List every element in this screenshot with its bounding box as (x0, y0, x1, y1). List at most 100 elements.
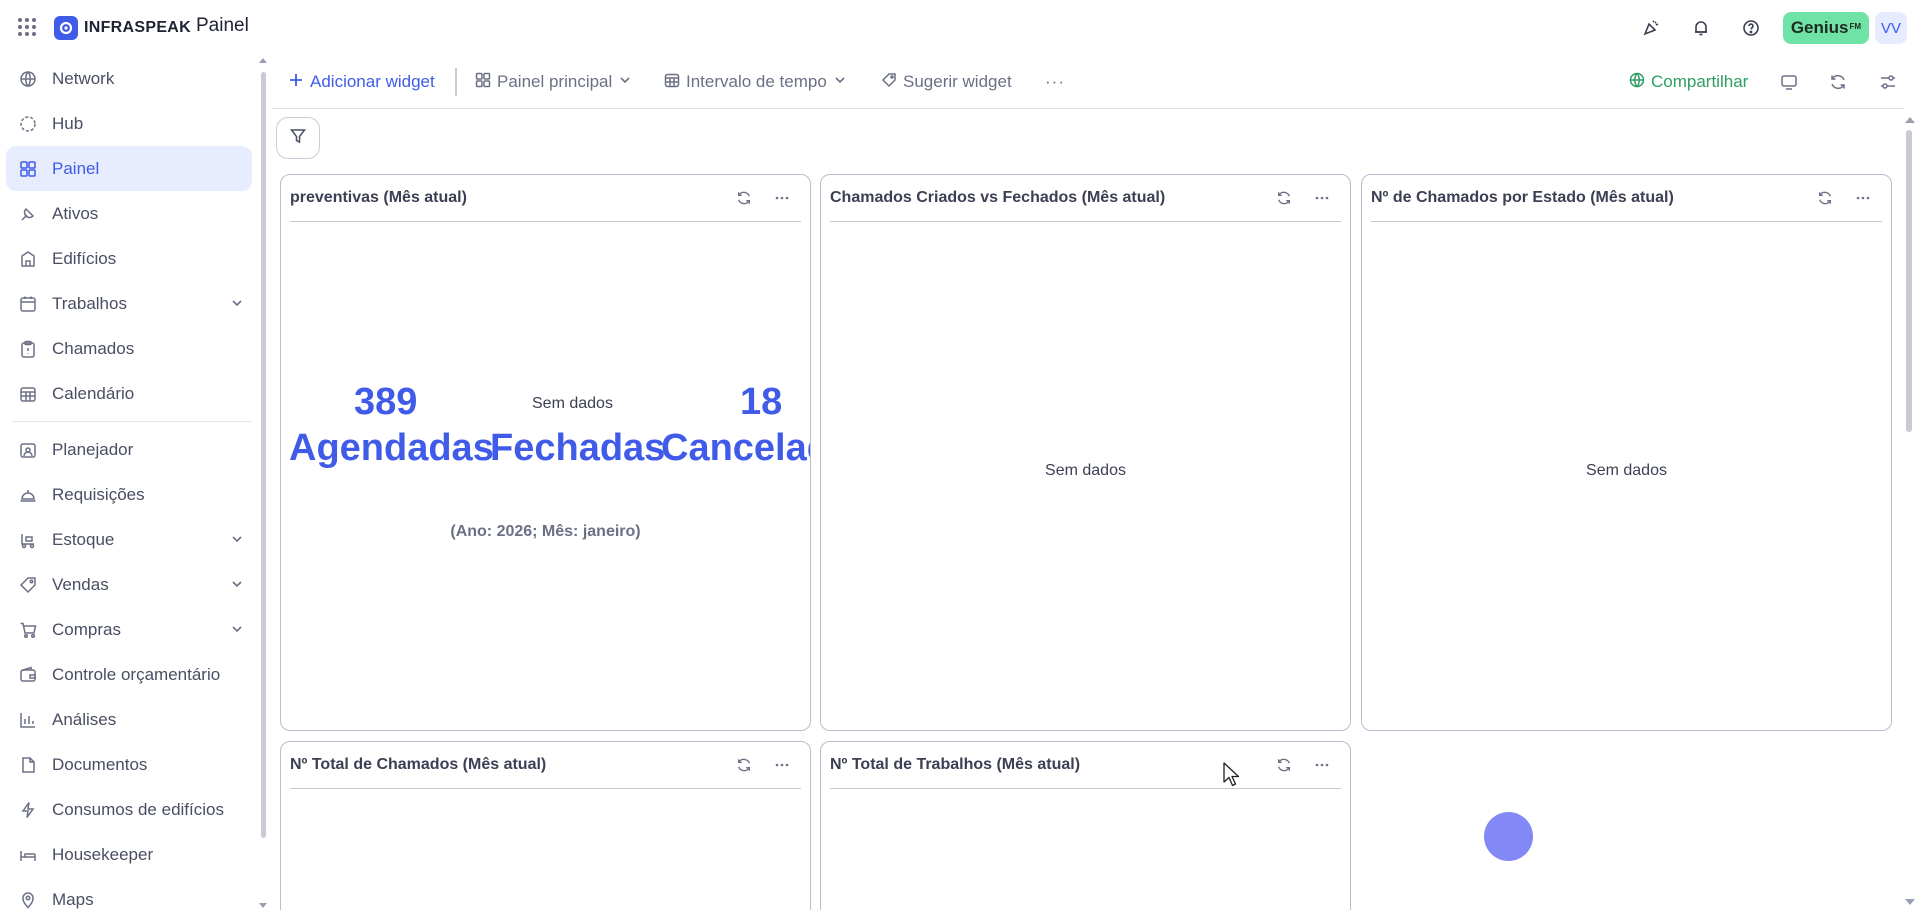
sidebar-item-trabalhos[interactable]: Trabalhos (6, 281, 252, 326)
kpi-cancelled-value: 18 (740, 381, 783, 423)
sidebar-item-calendario[interactable]: Calendário (6, 371, 252, 416)
sidebar-item-chamados[interactable]: Chamados (6, 326, 252, 371)
sidebar-item-consumos-de-edificios[interactable]: Consumos de edifícios (6, 787, 252, 832)
main-panel-label: Painel principal (497, 72, 613, 91)
sidebar-scrollbar[interactable] (261, 72, 266, 838)
widget-total-jobs: Nº Total de Trabalhos (Mês atual) (820, 741, 1351, 910)
kpi-cancelled-label: Cancelad (661, 427, 810, 469)
add-widget-button[interactable]: Adicionar widget (288, 62, 435, 102)
kpi-scheduled-value: 389 (354, 381, 418, 423)
main-scroll-down[interactable] (1905, 899, 1915, 905)
suggest-icon (881, 72, 897, 93)
tag-icon (18, 575, 38, 595)
chevron-down-icon (230, 531, 244, 551)
sidebar-item-label: Planejador (52, 439, 134, 459)
share-label: Compartilhar (1651, 72, 1749, 91)
more-options-button[interactable]: ··· (1045, 62, 1065, 102)
widget-header: Nº de Chamados por Estado (Mês atual) (1371, 175, 1882, 222)
sidebar-item-planejador[interactable]: Planejador (6, 427, 252, 472)
sidebar-divider (12, 421, 252, 422)
sidebar-item-label: Análises (52, 709, 117, 729)
sidebar-item-label: Trabalhos (52, 293, 127, 313)
sidebar-item-painel[interactable]: Painel (6, 146, 252, 191)
add-widget-label: Adicionar widget (310, 72, 435, 91)
filter-button[interactable] (276, 117, 320, 159)
widget-header: Chamados Criados vs Fechados (Mês atual) (830, 175, 1341, 222)
more-horizontal-icon[interactable] (771, 754, 793, 776)
sidebar-item-hub[interactable]: Hub (6, 101, 252, 146)
sidebar-item-requisicoes[interactable]: Requisições (6, 472, 252, 517)
widget-calls-by-state: Nº de Chamados por Estado (Mês atual) Se… (1361, 174, 1892, 731)
top-bar: INFRASPEAK Painel Genius FM VV (0, 0, 1919, 56)
refresh-icon[interactable] (1814, 187, 1836, 209)
more-horizontal-icon[interactable] (1311, 187, 1333, 209)
bed-icon (18, 845, 38, 865)
sidebar-scroll-down[interactable] (259, 903, 267, 908)
dashboard-icon (475, 72, 491, 93)
planner-icon (18, 440, 38, 460)
suggest-widget-button[interactable]: Sugerir widget (881, 62, 1012, 102)
dashboard-toolbar: Adicionar widget Painel principal Interv… (280, 62, 1919, 102)
chevron-down-icon (230, 621, 244, 641)
main-scrollbar[interactable] (1906, 130, 1912, 432)
sidebar-item-documentos[interactable]: Documentos (6, 742, 252, 787)
dashboard-icon (18, 159, 38, 179)
sidebar-item-label: Vendas (52, 574, 109, 594)
kpi-closed-empty: Sem dados (532, 395, 613, 412)
kpi-scheduled-label: Agendadas (289, 427, 494, 469)
refresh-icon[interactable] (733, 187, 755, 209)
refresh-icon[interactable] (1273, 754, 1295, 776)
genius-fm-button[interactable]: Genius FM (1782, 12, 1869, 44)
more-horizontal-icon[interactable] (1852, 187, 1874, 209)
sidebar-item-label: Maps (52, 889, 94, 909)
widget-title: preventivas (Mês atual) (290, 189, 467, 206)
sidebar-item-vendas[interactable]: Vendas (6, 562, 252, 607)
celebration-icon[interactable] (1633, 10, 1669, 46)
more-horizontal-icon[interactable] (1311, 754, 1333, 776)
empty-state-text: Sem dados (1586, 462, 1667, 479)
brand-logo[interactable]: INFRASPEAK (54, 16, 191, 40)
map-pin-icon (18, 890, 38, 910)
refresh-icon[interactable] (1829, 62, 1847, 102)
widget-header: Nº Total de Trabalhos (Mês atual) (830, 742, 1341, 789)
sidebar-item-network[interactable]: Network (6, 56, 252, 101)
time-range-dropdown[interactable]: Intervalo de tempo (664, 62, 847, 102)
genius-label: Genius (1790, 18, 1849, 37)
mouse-cursor-icon (1223, 762, 1241, 793)
sidebar-item-analises[interactable]: Análises (6, 697, 252, 742)
sidebar-item-label: Painel (52, 158, 100, 178)
sidebar-scroll-up[interactable] (259, 58, 267, 63)
help-icon[interactable] (1733, 10, 1769, 46)
sidebar: Network Hub Painel Ativos Edifícios Trab… (0, 56, 262, 910)
tv-mode-icon[interactable] (1780, 62, 1798, 102)
sidebar-item-label: Network (52, 68, 115, 88)
chevron-down-icon (230, 576, 244, 596)
loading-indicator (1484, 812, 1533, 861)
sidebar-item-ativos[interactable]: Ativos (6, 191, 252, 236)
sidebar-item-label: Housekeeper (52, 844, 154, 864)
document-icon (18, 755, 38, 775)
main-panel-dropdown[interactable]: Painel principal (475, 62, 632, 102)
user-avatar[interactable]: VV (1875, 12, 1907, 44)
sidebar-item-maps[interactable]: Maps (6, 877, 252, 910)
refresh-icon[interactable] (1273, 187, 1295, 209)
sidebar-item-compras[interactable]: Compras (6, 607, 252, 652)
widget-title: Nº Total de Trabalhos (Mês atual) (830, 756, 1081, 773)
refresh-icon[interactable] (733, 754, 755, 776)
sidebar-item-controle-orcamentario[interactable]: Controle orçamentário (6, 652, 252, 697)
sidebar-item-label: Consumos de edifícios (52, 799, 224, 819)
more-horizontal-icon[interactable] (771, 187, 793, 209)
sidebar-item-housekeeper[interactable]: Housekeeper (6, 832, 252, 877)
calendar-grid-icon (18, 384, 38, 404)
sidebar-item-label: Estoque (52, 529, 115, 549)
sidebar-item-edificios[interactable]: Edifícios (6, 236, 252, 281)
chevron-down-icon (618, 72, 632, 92)
notifications-bell-icon[interactable] (1683, 10, 1719, 46)
widget-title: Nº de Chamados por Estado (Mês atual) (1371, 189, 1674, 206)
main-scroll-up[interactable] (1905, 117, 1915, 123)
settings-sliders-icon[interactable] (1879, 62, 1897, 102)
sidebar-item-estoque[interactable]: Estoque (6, 517, 252, 562)
top-actions: Genius FM VV (1619, 10, 1919, 46)
app-launcher-icon[interactable] (18, 18, 36, 36)
share-button[interactable]: Compartilhar (1629, 62, 1748, 102)
